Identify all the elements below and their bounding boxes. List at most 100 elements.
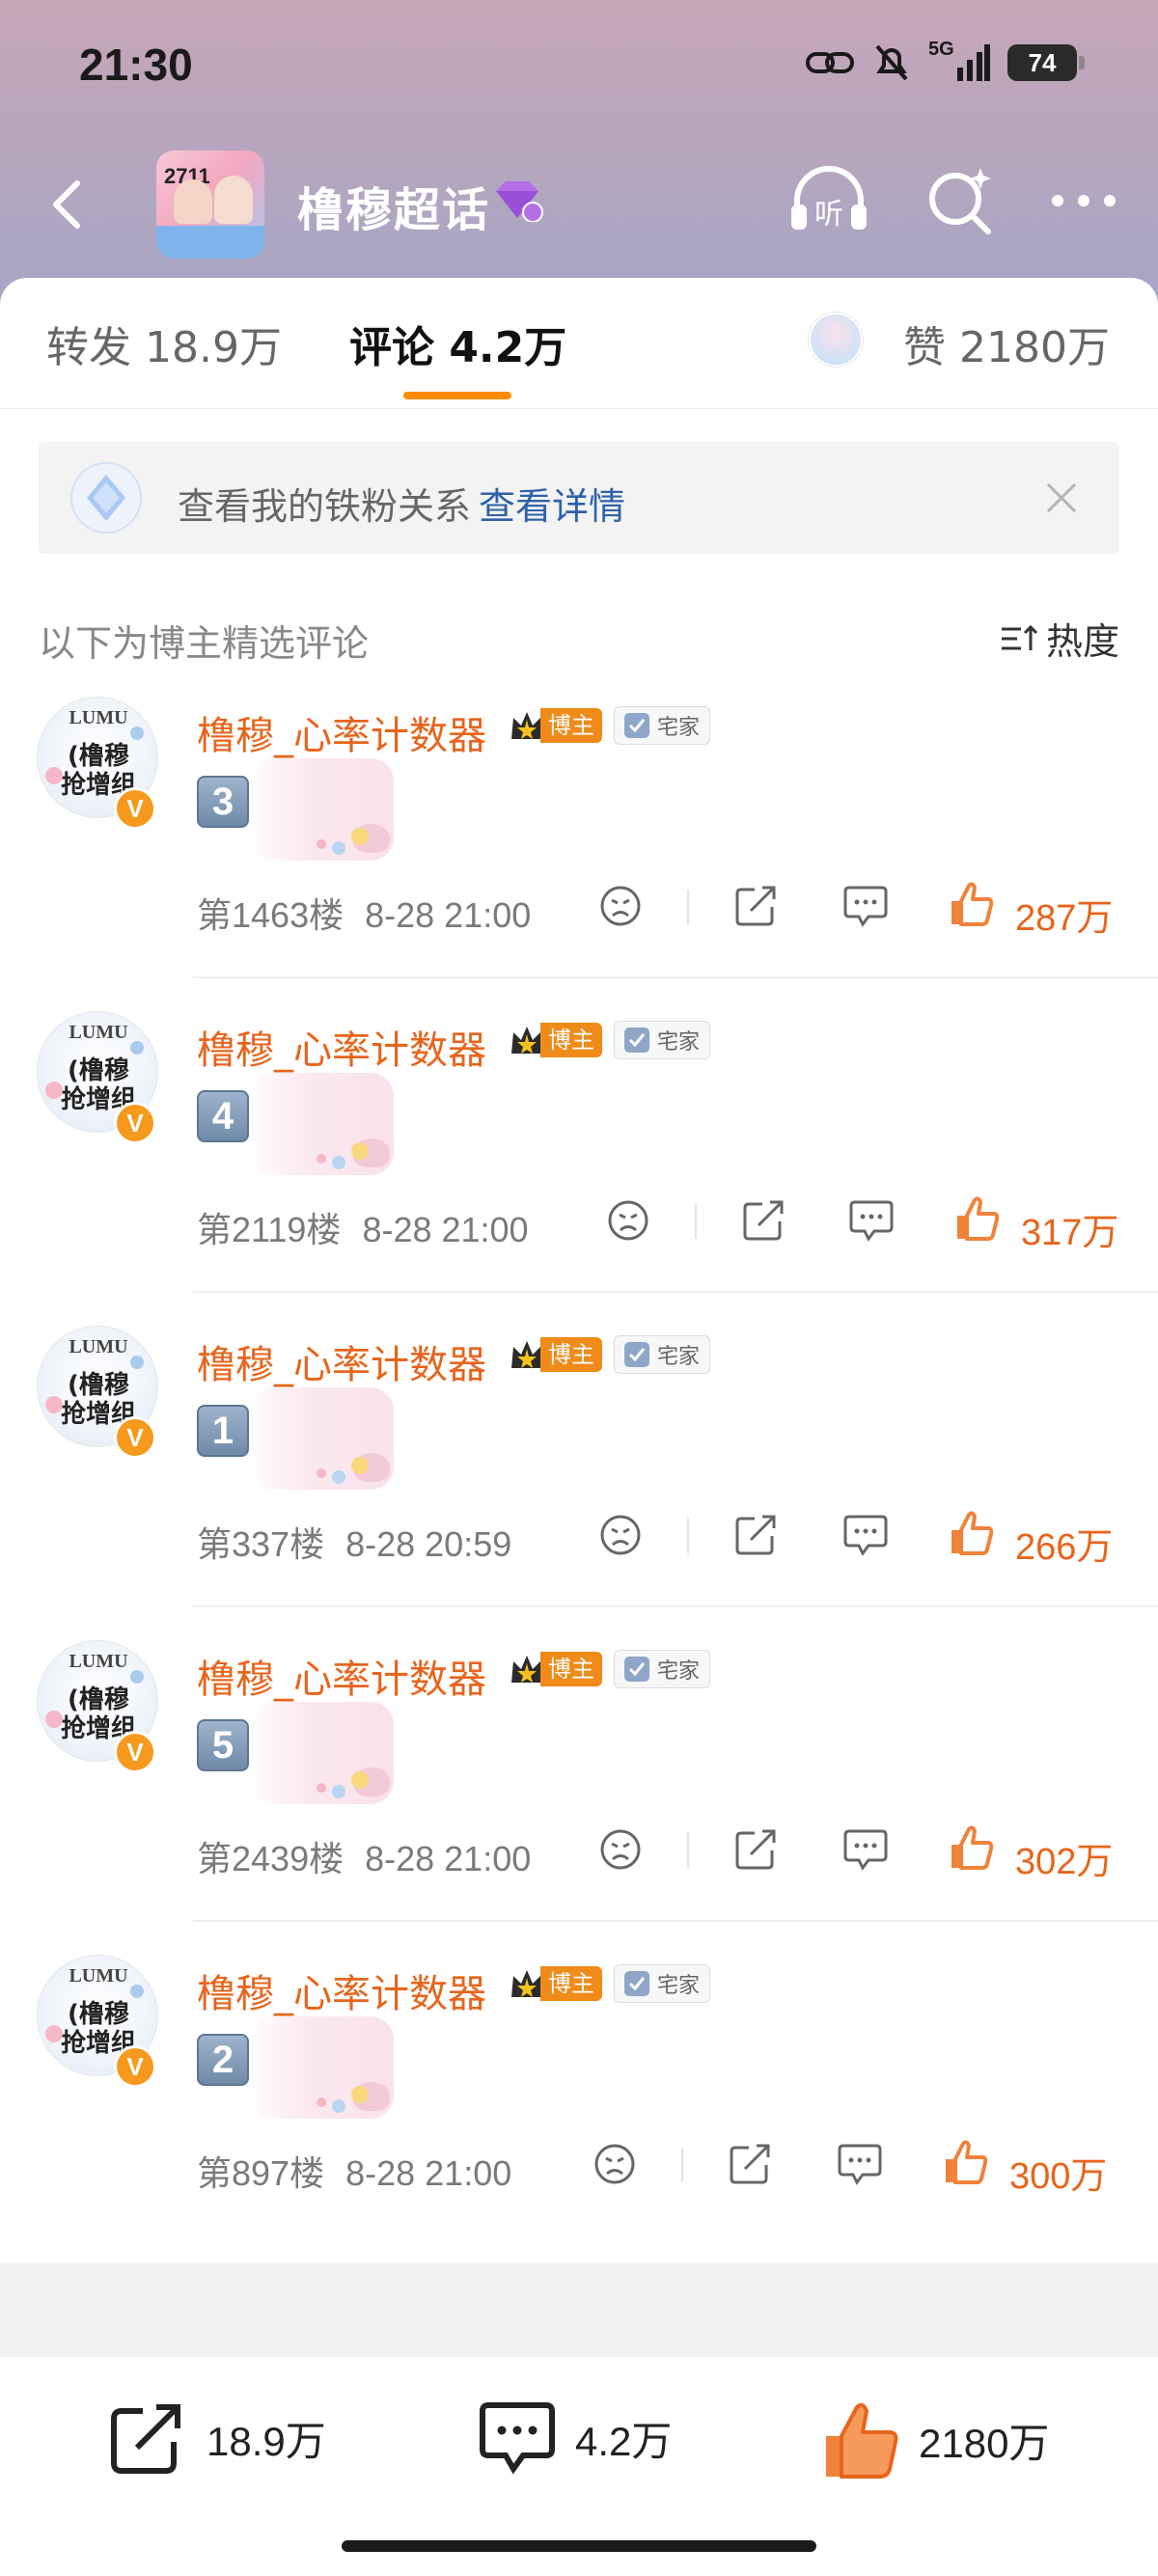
- tab-repost[interactable]: 转发 18.9万: [46, 313, 282, 374]
- share-icon[interactable]: [733, 1825, 780, 1872]
- action-separator: [687, 890, 689, 924]
- fan-group-badge: 宅家: [614, 1650, 711, 1688]
- dislike-emoji-icon[interactable]: [598, 1827, 643, 1872]
- comment-icon: [480, 2402, 555, 2475]
- list-end-gap: [0, 2263, 1158, 2356]
- like-thumb-icon[interactable]: [948, 880, 994, 928]
- blogger-badge-label: 博主: [540, 1652, 602, 1686]
- verified-badge: V: [114, 787, 156, 830]
- dislike-emoji-icon[interactable]: [598, 1513, 643, 1557]
- share-icon[interactable]: [728, 2140, 774, 2186]
- dislike-emoji-icon[interactable]: [598, 884, 643, 928]
- avatar-logo-text: LUMU: [69, 1651, 128, 1672]
- crown-icon: [511, 1970, 542, 1997]
- share-icon[interactable]: [733, 882, 780, 928]
- user-badges: 博主 宅家: [510, 1650, 711, 1688]
- comment-item: LUMU (橹穆 抢增组 V 橹穆_心率计数器 博主: [0, 664, 1158, 978]
- verified-badge: V: [114, 2045, 156, 2088]
- keycap-number-emoji: 5: [197, 1719, 249, 1771]
- topic-title[interactable]: 橹穆超话: [297, 172, 490, 239]
- fan-banner-link[interactable]: 查看详情: [479, 485, 625, 528]
- more-icon[interactable]: [1048, 162, 1119, 239]
- close-icon[interactable]: [1042, 479, 1081, 517]
- comment-like-count: 287万: [1015, 898, 1114, 939]
- bottom-comment-button[interactable]: 4.2万: [477, 2399, 672, 2477]
- fan-group-label: 宅家: [657, 1659, 701, 1684]
- checkbox-icon: [624, 1028, 649, 1053]
- crown-icon: [511, 1656, 542, 1683]
- sort-icon: [1001, 624, 1038, 650]
- checkbox-icon: [624, 713, 649, 738]
- blogger-badge-label: 博主: [540, 1966, 602, 2001]
- action-separator: [687, 1519, 689, 1553]
- bottom-comment-count: 4.2万: [575, 2418, 673, 2464]
- tab-active-indicator: [403, 392, 511, 399]
- fan-relation-banner[interactable]: 查看我的铁粉关系 查看详情: [39, 442, 1119, 554]
- tab-bar: 转发 18.9万 评论 4.2万 赞 2180万: [0, 278, 1158, 409]
- comment-username[interactable]: 橹穆_心率计数器: [197, 1648, 486, 1704]
- sort-label: 热度: [1045, 620, 1119, 663]
- avatar-logo-text: LUMU: [69, 1022, 128, 1043]
- fan-banner-label: 查看我的铁粉关系: [178, 485, 472, 528]
- listen-headphones-icon[interactable]: 听: [786, 162, 872, 239]
- blogger-badge: 博主: [510, 1966, 602, 2001]
- status-time: 21:30: [79, 40, 193, 90]
- fan-group-badge: 宅家: [614, 1021, 711, 1059]
- verified-badge: V: [114, 1416, 156, 1459]
- action-separator: [687, 1833, 689, 1868]
- search-icon[interactable]: [924, 162, 996, 239]
- reply-comment-icon[interactable]: [841, 884, 890, 928]
- sticker-image: [249, 1073, 394, 1175]
- status-bar: 21:30 5G 74: [0, 0, 1158, 135]
- share-icon[interactable]: [741, 1196, 787, 1243]
- comment-like-count: 266万: [1015, 1527, 1114, 1568]
- dislike-emoji-icon[interactable]: [606, 1198, 650, 1243]
- like-thumb-icon[interactable]: [942, 2138, 988, 2186]
- comment-username[interactable]: 橹穆_心率计数器: [197, 1019, 486, 1075]
- home-indicator[interactable]: [342, 2540, 816, 2552]
- keycap-number-emoji: 2: [197, 2034, 249, 2086]
- bottom-repost-count: 18.9万: [207, 2418, 326, 2464]
- share-icon[interactable]: [733, 1511, 780, 1557]
- sticker-image: [249, 758, 394, 861]
- blogger-badge-label: 博主: [540, 708, 602, 743]
- link-icon: [806, 52, 854, 73]
- fan-group-badge: 宅家: [614, 706, 711, 745]
- reply-comment-icon[interactable]: [847, 1198, 896, 1243]
- section-title: 以下为博主精选评论: [39, 622, 370, 665]
- sort-button[interactable]: 热度: [1000, 612, 1119, 665]
- user-badges: 博主 宅家: [510, 706, 711, 745]
- bottom-like-button[interactable]: 2180万: [820, 2399, 1049, 2480]
- comment-username[interactable]: 橹穆_心率计数器: [197, 1962, 486, 2018]
- like-thumb-icon[interactable]: [948, 1823, 994, 1872]
- like-thumb-icon[interactable]: [953, 1194, 1000, 1243]
- back-button[interactable]: [39, 164, 96, 241]
- tab-likes[interactable]: 赞 2180万: [903, 313, 1110, 374]
- reply-comment-icon[interactable]: [836, 2142, 884, 2186]
- comment-actions: 302万: [0, 1822, 1158, 1882]
- likes-avatar: [809, 313, 863, 367]
- like-thumb-icon[interactable]: [948, 1509, 994, 1557]
- fan-badge-icon: [70, 462, 142, 534]
- fan-group-badge: 宅家: [614, 1964, 711, 2003]
- comment-username[interactable]: 橹穆_心率计数器: [197, 1333, 486, 1389]
- comment-like-count: 302万: [1015, 1842, 1114, 1882]
- tab-comment[interactable]: 评论 4.2万: [349, 313, 566, 374]
- reply-comment-icon[interactable]: [841, 1827, 890, 1872]
- bottom-repost-button[interactable]: 18.9万: [108, 2399, 326, 2477]
- reply-comment-icon[interactable]: [841, 1513, 890, 1557]
- header-actions: 听: [786, 162, 1119, 239]
- comment-item: LUMU (橹穆 抢增组 V 橹穆_心率计数器 博主: [0, 1607, 1158, 1922]
- blogger-badge-label: 博主: [540, 1023, 602, 1057]
- topic-cover-image[interactable]: 2711: [156, 151, 264, 259]
- status-icons: 5G 74: [805, 39, 1085, 83]
- sticker-image: [249, 1702, 394, 1804]
- crown-icon: [511, 1341, 542, 1368]
- action-separator: [695, 1204, 697, 1239]
- comment-username[interactable]: 橹穆_心率计数器: [197, 704, 486, 760]
- chevron-left-icon: [53, 180, 80, 229]
- fan-group-badge: 宅家: [614, 1335, 711, 1374]
- dislike-emoji-icon[interactable]: [593, 2142, 637, 2186]
- keycap-number-emoji: 4: [197, 1090, 249, 1142]
- blogger-badge: 博主: [510, 1337, 602, 1372]
